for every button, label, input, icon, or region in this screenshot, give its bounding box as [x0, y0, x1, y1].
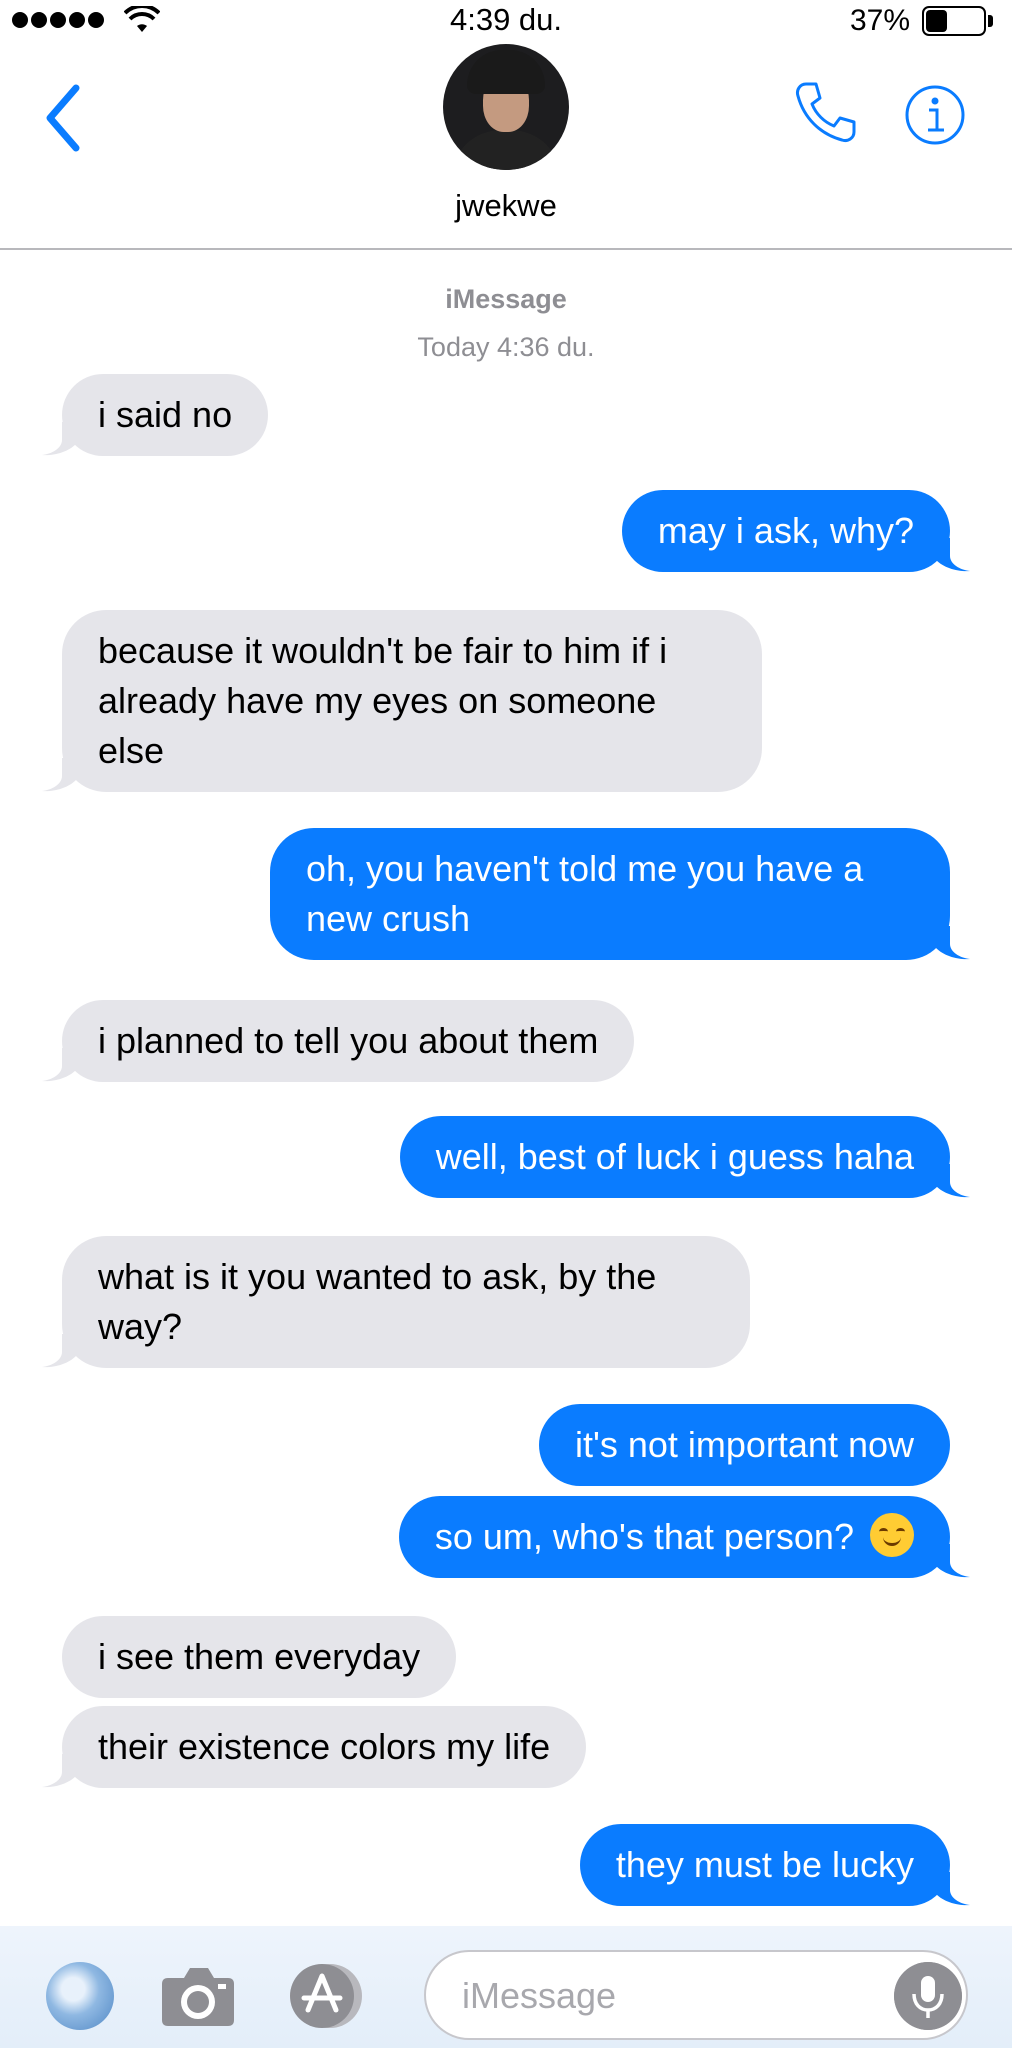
message-bubble-outgoing[interactable]: they must be lucky [579, 1824, 970, 1906]
conversation-timestamp: Today 4:36 du. [417, 332, 595, 362]
message-text: well, best of luck i guess haha [435, 1136, 914, 1177]
message-text: their existence colors my life [98, 1726, 551, 1767]
info-icon [905, 85, 965, 145]
bubble-tail [932, 1872, 970, 1906]
status-bar: 4:39 du. 37% [0, 0, 1012, 44]
service-label: iMessage [445, 284, 567, 314]
bubble-tail [932, 926, 970, 960]
battery-icon [922, 6, 986, 36]
call-button[interactable] [792, 80, 858, 146]
message-text: because it wouldn't be fair to him if i … [98, 630, 668, 771]
bubble-tail [42, 1048, 80, 1082]
message-text: may i ask, why? [657, 510, 914, 551]
bubble-tail [932, 1544, 970, 1578]
chevron-left-icon [46, 84, 80, 152]
message-text: i planned to tell you about them [98, 1020, 599, 1061]
message-bubble-outgoing[interactable]: it's not important now [538, 1404, 950, 1486]
message-bubble-outgoing[interactable]: oh, you haven't told me you have a new c… [270, 828, 970, 960]
message-bubble-outgoing[interactable]: well, best of luck i guess haha [399, 1116, 970, 1198]
message-bubble-incoming[interactable]: i said no [42, 374, 269, 456]
message-text: what is it you wanted to ask, by the way… [98, 1256, 657, 1347]
conversation-header: jwekwe [0, 44, 1012, 250]
bubble-tail [42, 1754, 80, 1788]
message-bubble-outgoing[interactable]: may i ask, why? [621, 490, 970, 572]
message-input-bar [0, 1926, 1012, 2048]
battery-percentage: 37% [850, 4, 911, 37]
bubble-tail [932, 1164, 970, 1198]
message-bubble-incoming[interactable]: their existence colors my life [42, 1706, 587, 1788]
info-button[interactable] [904, 84, 966, 146]
message-bubble-incoming[interactable]: because it wouldn't be fair to him if i … [42, 610, 762, 792]
message-text: it's not important now [574, 1424, 914, 1465]
message-input[interactable] [462, 1972, 882, 2020]
app-store-icon[interactable] [288, 1962, 364, 2030]
phone-icon [796, 82, 856, 142]
photos-icon[interactable] [46, 1962, 114, 2030]
back-button[interactable] [38, 78, 88, 158]
message-text: so um, who's that person? [434, 1516, 854, 1557]
message-text: they must be lucky [615, 1844, 914, 1885]
bubble-tail [932, 538, 970, 572]
message-text: i see them everyday [98, 1636, 421, 1677]
message-field[interactable] [424, 1950, 968, 2040]
message-bubble-incoming[interactable]: what is it you wanted to ask, by the way… [42, 1236, 750, 1368]
camera-icon[interactable] [160, 1964, 236, 2028]
microphone-icon[interactable] [894, 1962, 962, 2030]
message-bubble-incoming[interactable]: i planned to tell you about them [42, 1000, 635, 1082]
bubble-tail [42, 758, 80, 792]
message-text: oh, you haven't told me you have a new c… [306, 848, 864, 939]
message-bubble-outgoing[interactable]: so um, who's that person? [398, 1496, 970, 1578]
bubble-tail [42, 422, 80, 456]
battery-tip [988, 15, 993, 27]
bubble-tail [42, 1334, 80, 1368]
contact-name[interactable]: jwekwe [0, 188, 1012, 224]
smiling-face-icon [870, 1513, 914, 1557]
message-text: i said no [98, 394, 233, 435]
contact-avatar[interactable] [443, 44, 569, 170]
battery-level [926, 10, 947, 32]
message-bubble-incoming[interactable]: i see them everyday [62, 1616, 457, 1698]
